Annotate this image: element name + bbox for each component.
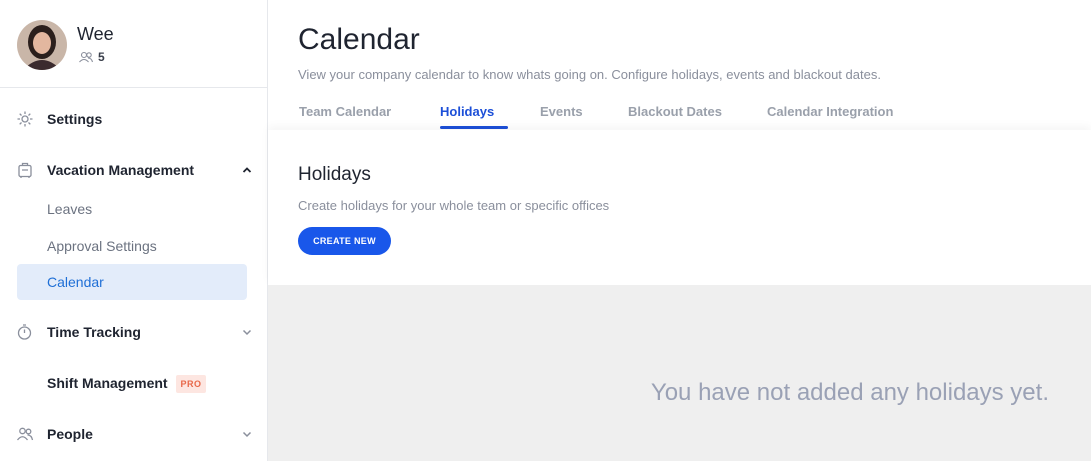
- nav-time-tracking-label: Time Tracking: [47, 324, 141, 340]
- sidebar-item-approval-settings[interactable]: Approval Settings: [17, 228, 247, 264]
- user-name: Wee: [77, 24, 114, 44]
- tab-holidays[interactable]: Holidays: [440, 104, 494, 119]
- nav-settings-label: Settings: [47, 111, 103, 127]
- empty-state-message: You have not added any holidays yet.: [650, 379, 1049, 406]
- team-count: 5: [78, 50, 105, 64]
- nav-settings[interactable]: Settings: [0, 101, 267, 137]
- nav-people[interactable]: People: [0, 416, 267, 452]
- chevron-up-icon[interactable]: [241, 164, 253, 176]
- luggage-icon: [18, 162, 32, 178]
- nav-vacation-management[interactable]: Vacation Management: [0, 152, 267, 188]
- sidebar: Wee 5 Settings Vacation Management Leave…: [0, 0, 268, 461]
- page-title: Calendar: [298, 23, 420, 56]
- empty-state: You have not added any holidays yet.: [268, 285, 1091, 461]
- nav-shift-label: Shift Management: [47, 375, 168, 391]
- team-count-value: 5: [98, 50, 105, 64]
- active-tab-indicator: [440, 126, 508, 129]
- create-new-button[interactable]: CREATE NEW: [298, 227, 391, 255]
- chevron-down-icon[interactable]: [241, 326, 253, 338]
- section-title: Holidays: [298, 164, 371, 185]
- stopwatch-icon: [17, 324, 32, 340]
- pro-badge: PRO: [176, 375, 206, 393]
- tab-blackout-dates[interactable]: Blackout Dates: [628, 104, 722, 119]
- nav-people-label: People: [47, 426, 93, 442]
- chevron-down-icon[interactable]: [241, 428, 253, 440]
- page-subtitle: View your company calendar to know whats…: [298, 67, 881, 82]
- page-header: Calendar View your company calendar to k…: [268, 0, 1091, 130]
- sidebar-item-label: Approval Settings: [47, 238, 157, 254]
- sidebar-item-leaves[interactable]: Leaves: [17, 191, 247, 227]
- section-subtitle: Create holidays for your whole team or s…: [298, 198, 610, 213]
- gear-icon: [17, 111, 33, 127]
- sidebar-item-label: Leaves: [47, 201, 93, 217]
- main-content: Calendar View your company calendar to k…: [268, 0, 1091, 461]
- holidays-card: Holidays Create holidays for your whole …: [268, 130, 1091, 285]
- profile-section[interactable]: Wee 5: [0, 0, 267, 88]
- tab-events[interactable]: Events: [540, 104, 583, 119]
- people-icon: [16, 427, 34, 441]
- sidebar-item-label: Calendar: [47, 274, 104, 290]
- nav-shift-management[interactable]: Shift Management: [0, 365, 267, 401]
- sidebar-item-calendar[interactable]: Calendar: [17, 264, 247, 300]
- avatar[interactable]: [17, 20, 67, 70]
- tab-team-calendar[interactable]: Team Calendar: [299, 104, 391, 119]
- nav-time-tracking[interactable]: Time Tracking: [0, 314, 267, 350]
- nav-vacation-label: Vacation Management: [47, 162, 195, 178]
- tab-calendar-integration[interactable]: Calendar Integration: [767, 104, 893, 119]
- people-icon: [79, 51, 94, 63]
